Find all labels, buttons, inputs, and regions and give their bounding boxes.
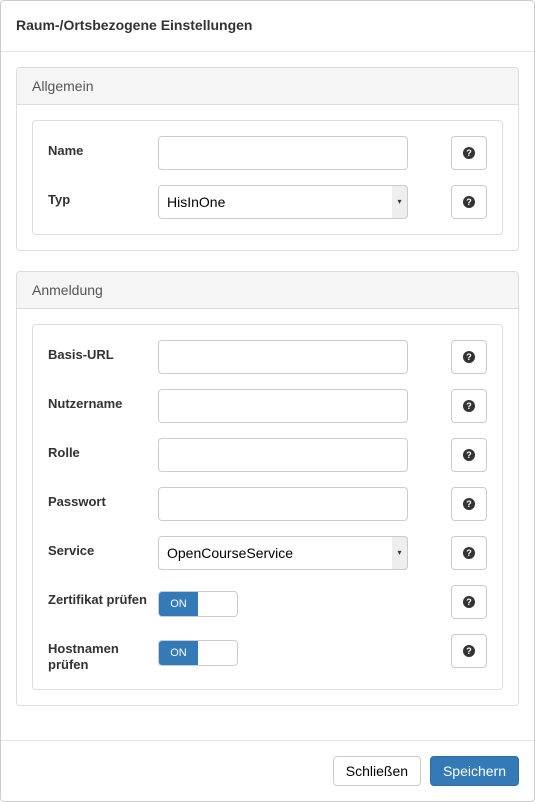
panel-auth-body: Basis-URL ? Nutzername bbox=[17, 309, 518, 706]
modal-header: Raum-/Ortsbezogene Einstellungen bbox=[1, 1, 534, 52]
input-role[interactable] bbox=[158, 438, 408, 472]
label-verifycert: Zertifikat prüfen bbox=[48, 585, 158, 609]
help-baseurl[interactable]: ? bbox=[451, 340, 487, 374]
help-icon: ? bbox=[463, 147, 475, 159]
panel-general-inner: Name ? Typ HisI bbox=[32, 120, 503, 235]
row-username: Nutzername ? bbox=[48, 389, 487, 423]
wrap-name: ? bbox=[158, 136, 487, 170]
wrap-verifyhost: ON ? bbox=[158, 634, 487, 668]
wrap-service: OpenCourseService ▾ ? bbox=[158, 536, 487, 570]
input-name[interactable] bbox=[158, 136, 408, 170]
help-icon: ? bbox=[463, 400, 475, 412]
label-type: Typ bbox=[48, 185, 158, 209]
row-verifyhost: Hostnamen prüfen ON ? bbox=[48, 634, 487, 675]
panel-auth-heading: Anmeldung bbox=[17, 272, 518, 309]
help-icon: ? bbox=[463, 196, 475, 208]
modal-body: Allgemein Name ? Typ bbox=[1, 52, 534, 742]
help-icon: ? bbox=[463, 351, 475, 363]
select-service-wrap: OpenCourseService ▾ bbox=[158, 536, 408, 570]
toggle-on-label: ON bbox=[159, 592, 198, 616]
label-verifyhost: Hostnamen prüfen bbox=[48, 634, 158, 675]
help-name[interactable]: ? bbox=[451, 136, 487, 170]
label-role: Rolle bbox=[48, 438, 158, 462]
label-service: Service bbox=[48, 536, 158, 560]
input-password[interactable] bbox=[158, 487, 408, 521]
modal-title: Raum-/Ortsbezogene Einstellungen bbox=[16, 16, 519, 36]
row-baseurl: Basis-URL ? bbox=[48, 340, 487, 374]
modal-footer: Schließen Speichern bbox=[1, 740, 534, 801]
row-name: Name ? bbox=[48, 136, 487, 170]
save-button[interactable]: Speichern bbox=[430, 756, 519, 786]
help-icon: ? bbox=[463, 645, 475, 657]
panel-general-heading: Allgemein bbox=[17, 68, 518, 105]
help-icon: ? bbox=[463, 498, 475, 510]
help-role[interactable]: ? bbox=[451, 438, 487, 472]
help-icon: ? bbox=[463, 596, 475, 608]
row-verifycert: Zertifikat prüfen ON ? bbox=[48, 585, 487, 619]
wrap-role: ? bbox=[158, 438, 487, 472]
input-baseurl[interactable] bbox=[158, 340, 408, 374]
toggle-on-label: ON bbox=[159, 641, 198, 665]
wrap-baseurl: ? bbox=[158, 340, 487, 374]
help-icon: ? bbox=[463, 449, 475, 461]
row-password: Passwort ? bbox=[48, 487, 487, 521]
toggle-handle bbox=[198, 641, 237, 665]
label-baseurl: Basis-URL bbox=[48, 340, 158, 364]
select-type-wrap: HisInOne ▾ bbox=[158, 185, 408, 219]
panel-auth: Anmeldung Basis-URL ? Nutzername bbox=[16, 271, 519, 707]
help-verifycert[interactable]: ? bbox=[451, 585, 487, 619]
help-password[interactable]: ? bbox=[451, 487, 487, 521]
label-name: Name bbox=[48, 136, 158, 160]
wrap-type: HisInOne ▾ ? bbox=[158, 185, 487, 219]
toggle-handle bbox=[198, 592, 237, 616]
panel-general-body: Name ? Typ HisI bbox=[17, 105, 518, 250]
wrap-username: ? bbox=[158, 389, 487, 423]
help-username[interactable]: ? bbox=[451, 389, 487, 423]
settings-modal: Raum-/Ortsbezogene Einstellungen Allgeme… bbox=[0, 0, 535, 802]
label-username: Nutzername bbox=[48, 389, 158, 413]
help-icon: ? bbox=[463, 547, 475, 559]
panel-general: Allgemein Name ? Typ bbox=[16, 67, 519, 251]
toggle-verifycert[interactable]: ON bbox=[158, 591, 238, 617]
wrap-password: ? bbox=[158, 487, 487, 521]
row-role: Rolle ? bbox=[48, 438, 487, 472]
panel-auth-inner: Basis-URL ? Nutzername bbox=[32, 324, 503, 691]
help-service[interactable]: ? bbox=[451, 536, 487, 570]
label-password: Passwort bbox=[48, 487, 158, 511]
select-type[interactable]: HisInOne bbox=[158, 185, 408, 219]
row-service: Service OpenCourseService ▾ ? bbox=[48, 536, 487, 570]
wrap-verifycert: ON ? bbox=[158, 585, 487, 619]
select-service[interactable]: OpenCourseService bbox=[158, 536, 408, 570]
close-button[interactable]: Schließen bbox=[333, 756, 421, 786]
input-username[interactable] bbox=[158, 389, 408, 423]
row-type: Typ HisInOne ▾ ? bbox=[48, 185, 487, 219]
help-type[interactable]: ? bbox=[451, 185, 487, 219]
toggle-verifyhost[interactable]: ON bbox=[158, 640, 238, 666]
help-verifyhost[interactable]: ? bbox=[451, 634, 487, 668]
